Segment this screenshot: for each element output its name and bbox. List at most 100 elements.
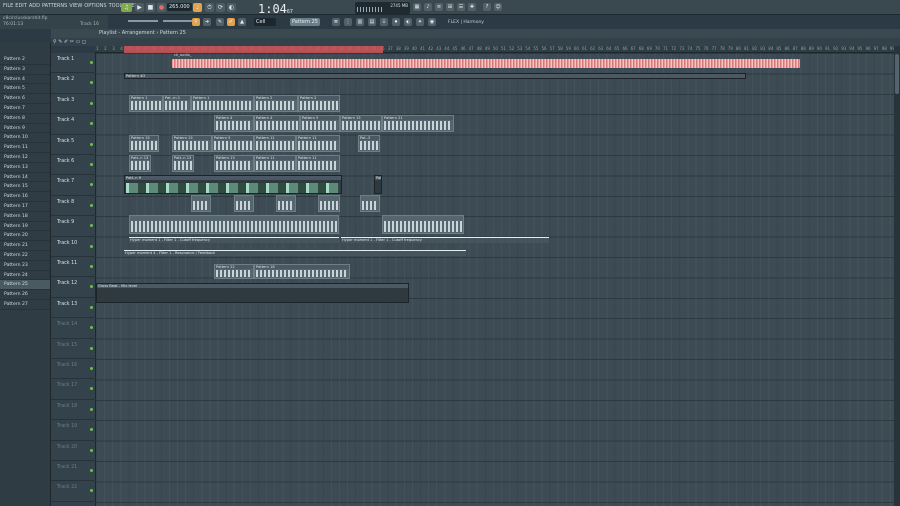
menu-view[interactable]: VIEW xyxy=(69,3,82,9)
automation-clip-t13[interactable]: Gross Beat - Mix level xyxy=(96,283,409,303)
clip-t5-a[interactable]: Pattern 15 xyxy=(129,135,159,152)
mute-led-icon[interactable] xyxy=(90,387,93,391)
mixer-track-label[interactable]: FLEX | Harmony xyxy=(448,20,484,25)
arrow-icon[interactable]: ➜ xyxy=(203,18,211,26)
pat-song-toggle[interactable]: ♫ xyxy=(121,3,132,12)
menu-options[interactable]: OPTIONS xyxy=(84,3,106,9)
clip-t6-e[interactable]: Pattern 11 xyxy=(296,155,340,172)
snap-magnet-icon[interactable]: ⚲ xyxy=(192,18,200,26)
clip-t8-a[interactable] xyxy=(191,195,211,212)
browser-icon[interactable]: ☰ xyxy=(457,3,465,11)
eq-icon[interactable]: ⋮ xyxy=(344,18,352,26)
clip-t12-a[interactable]: Pattern 22 xyxy=(214,264,254,279)
plug-icon[interactable]: ⏚ xyxy=(380,18,388,26)
mute-led-icon[interactable] xyxy=(90,428,93,432)
piano-roll-icon[interactable]: ♪ xyxy=(424,3,432,11)
clip-t3-a[interactable]: Pattern 1 xyxy=(129,95,163,112)
vertical-scrollbar[interactable] xyxy=(894,46,900,506)
browser-item[interactable]: Pattern 11 xyxy=(0,143,50,153)
tools-icons[interactable]: ⚲ ✎ ✐ ✂ ▭ ◻ xyxy=(53,39,86,45)
browser-item[interactable]: Pattern 5 xyxy=(0,84,50,95)
browser-item[interactable]: Pattern 6 xyxy=(0,94,50,104)
track-header[interactable]: Track 18 xyxy=(51,400,96,421)
clip-t5-d[interactable]: Pattern 11 xyxy=(254,135,296,152)
clip-t3-d[interactable]: Pattern 2 xyxy=(254,95,298,112)
automation-clip-t10-b[interactable]: Hyper moment 1 - Filter 1 - Cutoff frequ… xyxy=(341,237,549,243)
track-header[interactable]: Track 16 xyxy=(51,359,96,380)
track-header[interactable]: Track 8 xyxy=(51,196,96,217)
mute-led-icon[interactable] xyxy=(90,224,93,228)
track-header[interactable]: Track 1 xyxy=(51,53,96,74)
clip-t6-c[interactable]: Pattern 13 xyxy=(214,155,254,172)
mixer-icon[interactable]: ≡ xyxy=(435,3,443,11)
user-icon[interactable]: ☺ xyxy=(494,3,502,11)
browser-item[interactable]: Pattern 12 xyxy=(0,153,50,163)
track-header[interactable]: Track 20 xyxy=(51,441,96,461)
track-header[interactable]: Track 4 xyxy=(51,114,96,135)
mute-led-icon[interactable] xyxy=(90,122,93,126)
track-header[interactable]: Track 15 xyxy=(51,339,96,359)
browser-item[interactable]: Pattern 21 xyxy=(0,241,50,251)
stamp-icon[interactable]: ▲ xyxy=(238,18,246,26)
metronome-icon[interactable]: ♩ xyxy=(193,3,202,12)
grid-icon[interactable]: ▤ xyxy=(368,18,376,26)
plugin-picker-icon[interactable]: ✚ xyxy=(468,3,476,11)
channel-icon[interactable]: ▥ xyxy=(356,18,364,26)
browser-item[interactable]: Pattern 8 xyxy=(0,114,50,124)
track-header[interactable]: Track 6 xyxy=(51,155,96,176)
browser-item[interactable]: Pattern 9 xyxy=(0,124,50,134)
track-header[interactable]: Track 11 xyxy=(51,257,96,278)
browser-item[interactable]: Pattern 23 xyxy=(0,261,50,271)
browser-item[interactable]: Pattern 20 xyxy=(0,231,50,242)
mute-led-icon[interactable] xyxy=(90,61,93,64)
track-header[interactable]: Track 3 xyxy=(51,94,96,115)
clip-t8-b[interactable] xyxy=(234,195,254,212)
browser-item[interactable]: Pattern 7 xyxy=(0,104,50,114)
countdown-icon[interactable]: ⟳ xyxy=(216,3,225,12)
mute-led-icon[interactable] xyxy=(90,183,93,187)
stop-button-icon[interactable]: ■ xyxy=(146,3,155,12)
clip-t3-c[interactable]: Pattern 1 xyxy=(191,95,254,112)
wait-icon[interactable]: ⏱ xyxy=(205,3,214,12)
pencil-icon[interactable]: ✎ xyxy=(216,18,224,26)
browser-item[interactable]: Pattern 26 xyxy=(0,290,50,300)
playlist-grid[interactable]: ck_audio_ Pattern #2 Pattern 1 Pat..rn 1… xyxy=(96,53,894,506)
record-button-icon[interactable]: ● xyxy=(157,3,166,12)
clip-t5-c[interactable]: Pattern 5 xyxy=(212,135,254,152)
track-header[interactable]: Track 7 xyxy=(51,175,96,196)
scroll-thumb[interactable] xyxy=(895,54,899,94)
track-header[interactable]: Track 12 xyxy=(51,277,96,298)
clip-t9-a[interactable] xyxy=(129,215,339,234)
mute-led-icon[interactable] xyxy=(90,203,93,207)
clip-t4-e[interactable]: Pattern 21 xyxy=(382,115,454,132)
clip-t8-e[interactable] xyxy=(360,195,380,212)
brush-icon[interactable]: ✐ xyxy=(227,18,235,26)
menu-patterns[interactable]: PATTERNS xyxy=(42,3,67,9)
mute-led-icon[interactable] xyxy=(90,142,93,146)
menu-file[interactable]: FILE xyxy=(3,3,13,9)
clip-t6-a[interactable]: Patt..n 13 xyxy=(129,155,151,172)
clip-t9-b[interactable] xyxy=(382,215,464,234)
snap-select[interactable]: Cell xyxy=(254,18,276,26)
mute-led-icon[interactable] xyxy=(90,469,93,472)
channel-rack-icon[interactable]: ⊞ xyxy=(446,3,454,11)
share-icon[interactable]: ◉ xyxy=(428,18,436,26)
browser-item[interactable]: Pattern 19 xyxy=(0,222,50,232)
clip-t4-b[interactable]: Pattern 4 xyxy=(254,115,300,132)
clip-t4-a[interactable]: Pattern 4 xyxy=(214,115,254,132)
clip-t6-b[interactable]: Patt..n 13 xyxy=(172,155,194,172)
browser-item[interactable]: Pattern 2 xyxy=(0,55,50,65)
browser-item[interactable]: Pattern 14 xyxy=(0,173,50,183)
track-header[interactable]: Track 5 xyxy=(51,135,96,155)
mute-led-icon[interactable] xyxy=(90,407,93,411)
browser-item[interactable]: Pattern 4 xyxy=(0,75,50,85)
mute-led-icon[interactable] xyxy=(90,489,93,493)
browser-item[interactable]: Pattern 13 xyxy=(0,163,50,173)
clip-t3-e[interactable]: Pattern 2 xyxy=(298,95,340,112)
browser-item[interactable]: Pattern 22 xyxy=(0,251,50,261)
mute-led-icon[interactable] xyxy=(90,244,93,248)
mute-led-icon[interactable] xyxy=(90,367,93,370)
pattern-select[interactable]: Pattern 25 xyxy=(290,18,320,26)
track-header[interactable]: Track 21 xyxy=(51,461,96,482)
track-header[interactable]: Track 13 xyxy=(51,298,96,319)
